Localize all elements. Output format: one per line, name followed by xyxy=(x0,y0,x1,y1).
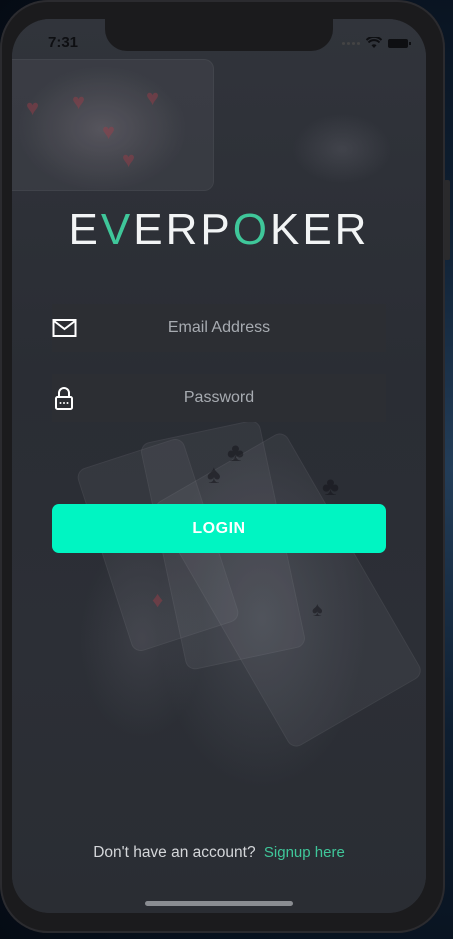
password-field[interactable] xyxy=(52,374,386,422)
wifi-icon xyxy=(366,37,382,48)
heart-pip: ♥ xyxy=(122,147,136,172)
side-button xyxy=(444,180,450,260)
heart-pip: ♥ xyxy=(102,119,116,144)
spade-pip: ♠ xyxy=(312,599,323,621)
club-pip: ♣ xyxy=(227,437,245,467)
heart-pip: ♥ xyxy=(26,95,40,120)
signup-question: Don't have an account? xyxy=(93,844,256,861)
home-indicator[interactable] xyxy=(145,901,293,906)
notch xyxy=(105,19,333,51)
diamond-pip: ♦ xyxy=(152,587,164,612)
battery-icon xyxy=(388,38,411,48)
spade-pip: ♠ xyxy=(207,459,221,489)
status-time: 7:31 xyxy=(48,34,79,51)
email-input[interactable] xyxy=(52,304,386,352)
login-button[interactable]: LOGIN xyxy=(52,504,386,553)
status-icons xyxy=(342,37,411,49)
signal-icon xyxy=(342,41,360,45)
heart-pip: ♥ xyxy=(72,89,86,114)
signup-prompt: Don't have an account? Signup here xyxy=(12,844,426,862)
signup-link[interactable]: Signup here xyxy=(264,844,345,861)
club-pip: ♣ xyxy=(322,471,340,501)
app-logo: EVERPOKER xyxy=(68,205,370,254)
app-screen: ♥ ♥ ♥ ♥ ♥ ♠ ♣ ♣ ♠ ♦ 7:31 EVERPOKER Email… xyxy=(12,19,426,913)
phone-frame: ♥ ♥ ♥ ♥ ♥ ♠ ♣ ♣ ♠ ♦ 7:31 EVERPOKER Email… xyxy=(0,0,445,933)
password-input[interactable] xyxy=(52,374,386,422)
email-field[interactable] xyxy=(52,304,386,352)
heart-pip: ♥ xyxy=(146,85,160,110)
